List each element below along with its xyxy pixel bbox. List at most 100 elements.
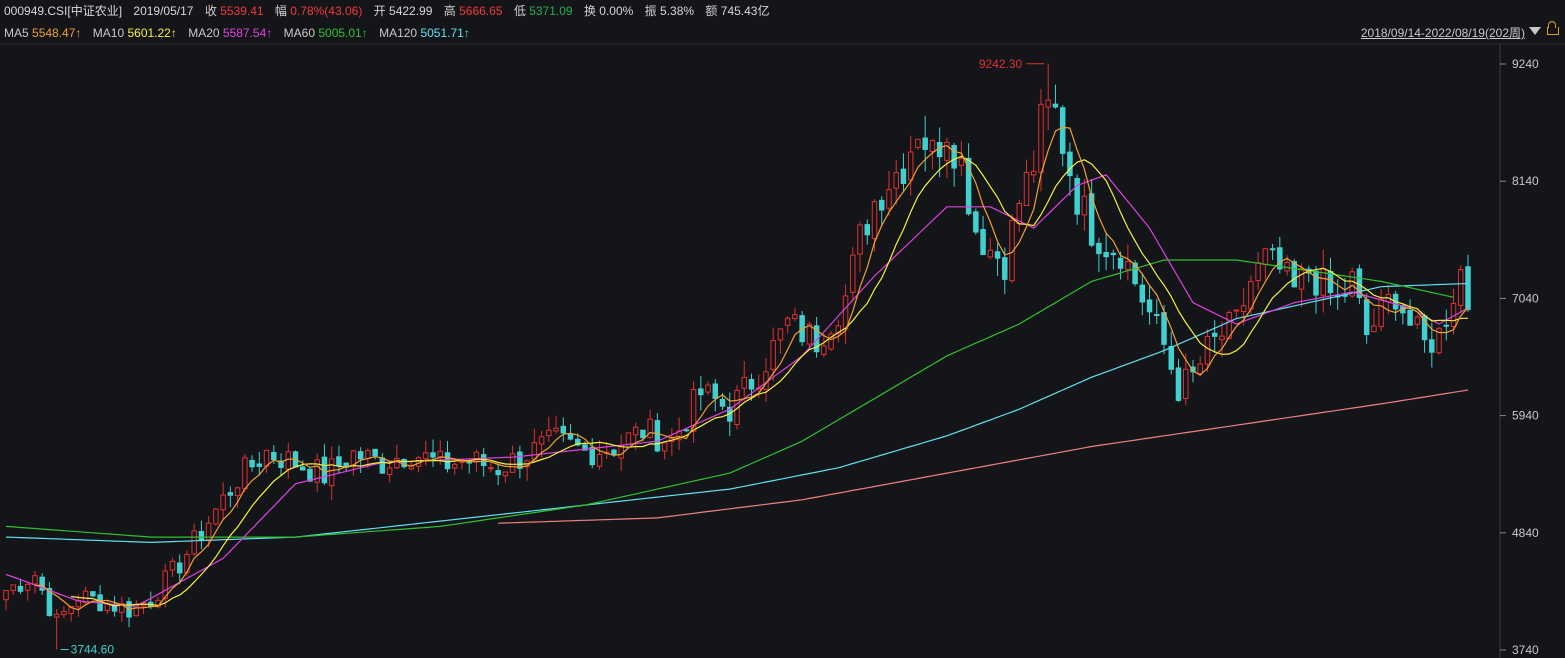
candle-body [683,429,690,432]
candle-body [90,591,96,597]
candle-body [951,145,957,169]
candle-body [1313,270,1319,296]
candle-body [1363,299,1370,336]
candlestick-chart[interactable]: 3740 4840 5940 7040 8140 9240 9242.30 3744.60 [0,0,1565,658]
candle-body [538,436,545,445]
candle-body [553,427,559,432]
candle-body [1291,261,1298,288]
candle-body [1414,316,1421,325]
candle-body [213,508,219,525]
candle-body [3,590,9,601]
candle-body [654,420,661,452]
candle-body [1407,309,1413,326]
y-tick-label: 3740 [1512,643,1539,657]
candle-body [864,224,871,236]
candle-body [1443,324,1450,327]
candle-body [1146,299,1153,313]
candle-body [249,459,255,468]
candle-body [980,229,986,256]
min-price-label: 3744.60 [71,643,115,657]
candle-body [748,378,755,390]
candle-body [1204,335,1211,365]
candle-body [423,452,429,460]
candle-body [1378,298,1384,328]
candle-body [1371,325,1377,333]
candle-body [640,429,646,439]
candle-body [994,251,1001,259]
candle-body [1211,332,1218,337]
candle-body [1081,195,1088,216]
candle-body [531,442,538,460]
candle-body [198,530,205,541]
candle-body [741,377,747,389]
y-tick-label: 8140 [1512,174,1539,188]
candle-body [1045,99,1051,108]
candle-body [299,466,306,471]
candle-body [372,448,378,457]
candle-body [191,530,197,555]
candle-body [1030,170,1037,176]
candle-body [625,432,632,446]
candle-body [792,314,798,320]
candle-body [1059,107,1066,154]
candle-body [336,456,342,466]
candle-body [451,463,458,469]
candle-body [777,328,784,341]
candle-body [958,158,965,166]
candle-body [922,137,928,150]
candle-body [263,449,270,467]
candle-body [394,458,400,469]
candle-body [495,470,501,476]
candle-body [698,388,704,396]
candle-body [1262,248,1269,266]
candle-body [719,398,726,407]
candle-body [1175,367,1182,401]
candle-body [1117,257,1124,269]
y-tick-label: 7040 [1512,291,1539,305]
candle-body [17,585,24,592]
candle-body [285,451,292,470]
candle-body [488,467,494,470]
candle-body [1182,368,1189,400]
candle-body [517,451,523,469]
y-tick-label: 9240 [1512,57,1539,71]
candle-body [1197,363,1203,374]
candle-body [24,583,31,591]
candle-body [430,452,436,458]
candle-body [1052,103,1059,108]
candle-body [227,492,234,496]
candle-body [560,425,567,434]
candle-body [1067,151,1073,177]
candle-body [821,345,827,355]
candle-body [1125,260,1131,270]
candle-body [705,384,711,393]
candle-body [987,249,994,258]
candle-body [893,172,899,189]
candle-body [234,487,241,497]
candle-body [1429,339,1435,353]
candle-body [770,340,776,370]
candle-body [1240,305,1247,313]
candle-body [1023,171,1030,207]
candle-body [1103,252,1109,258]
candle-body [871,201,878,239]
candle-body [1139,284,1146,303]
candle-body [1458,269,1464,306]
candle-body [82,590,89,603]
candle-body [365,450,371,459]
candle-body [596,453,603,467]
candle-body [1110,252,1117,256]
candle-body [589,446,595,466]
candle-body [857,224,863,255]
candle-body [242,457,248,490]
candle-body [546,429,552,437]
candle-body [61,610,67,616]
candle-body [886,189,892,209]
candle-body [900,168,907,184]
candle-body [271,451,277,461]
candle-body [328,458,335,487]
candle-body [169,560,176,571]
candle-body [379,457,386,474]
candle-body [929,139,936,153]
candle-body [842,295,849,330]
